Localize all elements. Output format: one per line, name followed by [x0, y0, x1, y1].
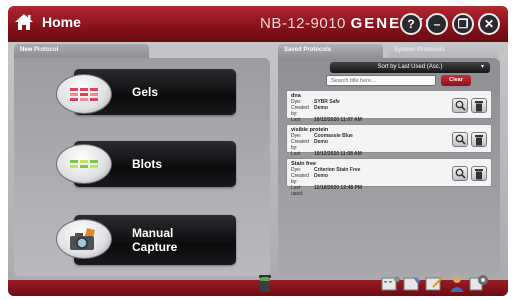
gel-settings-icon[interactable]	[380, 273, 402, 293]
card-actions	[452, 98, 487, 113]
sort-dropdown[interactable]: Sort by Last Used (Asc.) ▾	[330, 62, 490, 73]
tab-system-protocols[interactable]: System Protocols	[388, 44, 498, 58]
created-by-label: Created by:	[291, 139, 309, 151]
protocol-card[interactable]: dna Dye:SYBR Safe Created by:Demo Last u…	[286, 90, 492, 129]
tab-saved-protocols[interactable]: Saved Protocols	[278, 44, 383, 58]
tab-new-protocol[interactable]: New Protocol	[14, 44, 149, 58]
capture-line-1: Manual	[132, 226, 174, 240]
magnifier-icon[interactable]	[452, 132, 468, 147]
home-icon	[15, 14, 33, 30]
protocol-created-by: Demo	[314, 105, 328, 111]
user-icon[interactable]	[446, 273, 468, 293]
card-actions	[452, 132, 487, 147]
last-used-label: Last used:	[291, 185, 304, 197]
settings-icon[interactable]	[468, 273, 490, 293]
blot-icon	[56, 144, 112, 184]
trash-icon[interactable]	[471, 166, 487, 181]
manual-capture-label: Manual Capture	[132, 226, 177, 254]
title-bar: Home NB-12-9010 GENESYS ? – ❐ ✕	[8, 6, 508, 42]
card-actions	[452, 166, 487, 181]
search-input[interactable]: Search title here...	[326, 75, 436, 86]
chevron-down-icon: ▾	[480, 64, 484, 70]
recycle-bin-icon[interactable]	[254, 273, 276, 293]
saved-protocols-panel: Sort by Last Used (Asc.) ▾ Search title …	[278, 58, 500, 276]
device-model: NB-12-9010	[260, 15, 351, 32]
blots-label: Blots	[132, 157, 162, 171]
help-button[interactable]: ?	[400, 13, 422, 35]
app-window: Home NB-12-9010 GENESYS ? – ❐ ✕ New Prot…	[8, 6, 508, 296]
home-button[interactable]: Home	[14, 13, 81, 31]
window-controls: ? – ❐ ✕	[400, 13, 500, 35]
export-icon[interactable]	[402, 273, 424, 293]
camera-icon	[56, 219, 112, 259]
sort-label: Sort by Last Used (Asc.)	[377, 64, 443, 70]
created-by-label: Created by:	[291, 173, 309, 185]
gels-label: Gels	[132, 85, 159, 99]
protocol-created-by: Demo	[314, 139, 328, 145]
minimize-button[interactable]: –	[426, 13, 448, 35]
created-by-label: Created by:	[291, 105, 309, 117]
protocol-created-by: Demo	[314, 173, 328, 179]
home-label: Home	[42, 14, 81, 30]
restore-button[interactable]: ❐	[452, 13, 474, 35]
protocol-card[interactable]: Stain free Dye: Criterion Stain Free Crea…	[286, 158, 492, 197]
protocol-card[interactable]: visible protein Dye: Coomassie Blue Creat…	[286, 124, 492, 163]
close-button[interactable]: ✕	[478, 13, 500, 35]
camera-glyph	[70, 228, 95, 250]
gel-icon	[56, 74, 112, 114]
magnifier-icon[interactable]	[452, 98, 468, 113]
clear-button[interactable]: Clear	[441, 75, 471, 86]
protocol-last-used: 12/18/2020 12:48 PM	[314, 185, 363, 191]
trash-icon[interactable]	[471, 98, 487, 113]
edit-icon[interactable]	[424, 273, 446, 293]
magnifier-icon[interactable]	[452, 166, 468, 181]
capture-line-2: Capture	[132, 240, 178, 254]
new-protocol-panel: Gels Blots Manual Capture	[14, 58, 270, 276]
trash-icon[interactable]	[471, 132, 487, 147]
